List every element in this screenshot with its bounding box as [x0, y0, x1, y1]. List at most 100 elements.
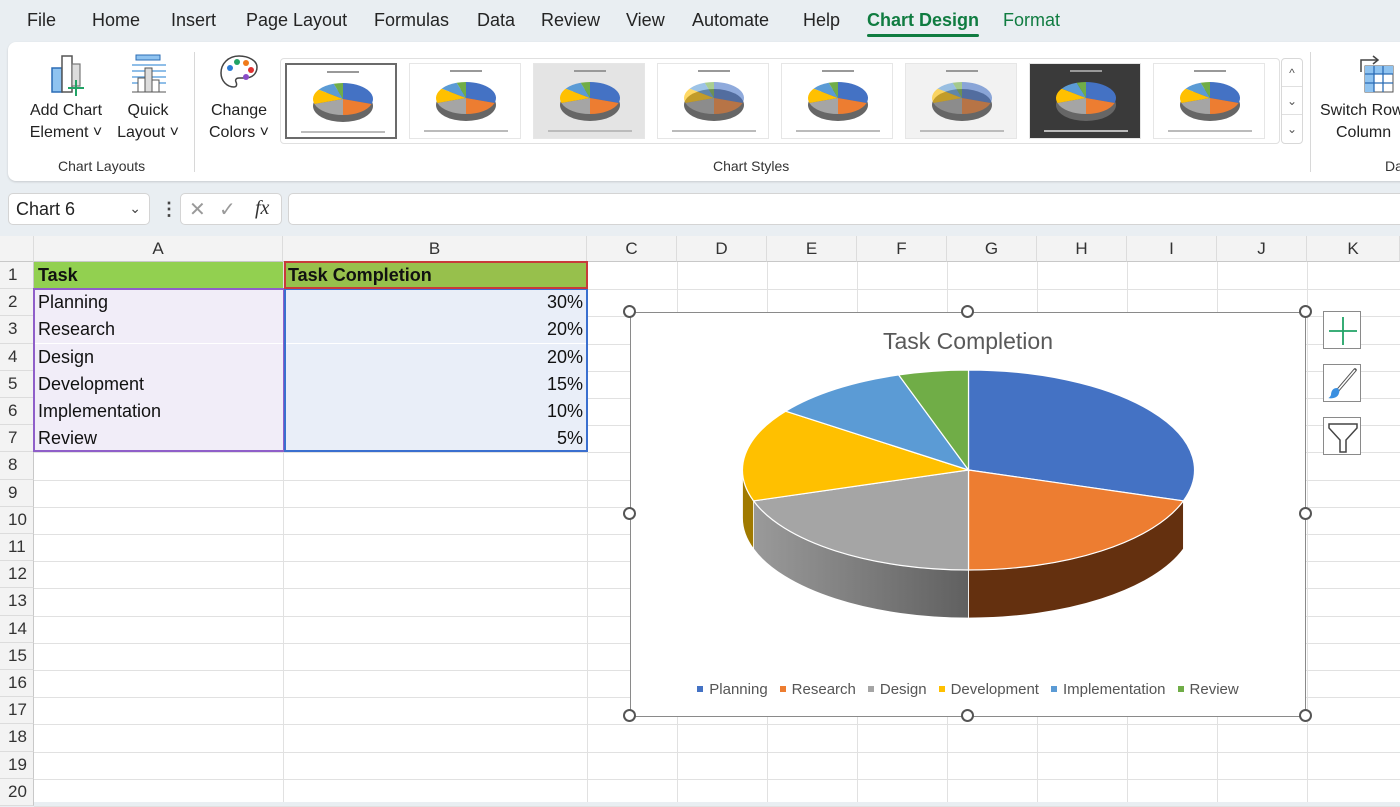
tab-formulas[interactable]: Formulas [374, 10, 449, 31]
tab-chart-design[interactable]: Chart Design [867, 10, 980, 37]
enter-check-icon[interactable]: ✓ [219, 197, 236, 222]
row-header[interactable]: 10 [0, 506, 34, 534]
quick-layout-button[interactable]: Quick Layout ˅ [112, 52, 184, 144]
palette-icon [220, 55, 258, 88]
row-header[interactable]: 14 [0, 615, 34, 643]
quick-layout-label: Quick [127, 102, 169, 119]
chart-style-preview [796, 70, 880, 132]
chart-style-thumb[interactable] [1029, 63, 1141, 139]
column-header[interactable]: B [283, 236, 587, 262]
tab-format[interactable]: Format [1003, 10, 1060, 31]
legend-item[interactable]: Implementation [1050, 681, 1166, 698]
chevron-down-icon[interactable]: ⌄ [129, 200, 141, 217]
paintbrush-icon [1328, 368, 1357, 399]
resize-handle[interactable] [961, 709, 974, 722]
resize-handle[interactable] [1299, 507, 1312, 520]
chart-style-thumb[interactable] [657, 63, 769, 139]
legend-swatch [867, 686, 874, 692]
chart-style-thumb[interactable] [905, 63, 1017, 139]
row-header[interactable]: 19 [0, 751, 34, 779]
change-colors-button[interactable]: Change Colors ˅ [204, 52, 274, 144]
chart-style-thumb[interactable] [409, 63, 521, 139]
column-header[interactable]: E [767, 236, 857, 262]
tab-home[interactable]: Home [92, 10, 140, 31]
row-header[interactable]: 15 [0, 642, 34, 670]
legend-item[interactable]: Planning [697, 681, 768, 698]
tab-data[interactable]: Data [477, 10, 515, 31]
tab-view[interactable]: View [626, 10, 665, 31]
tab-help[interactable]: Help [803, 10, 840, 31]
column-header[interactable]: F [857, 236, 947, 262]
column-header[interactable]: C [587, 236, 677, 262]
row-header[interactable]: 12 [0, 561, 34, 589]
column-header[interactable]: I [1127, 236, 1217, 262]
legend-item[interactable]: Design [867, 681, 927, 698]
column-header[interactable]: J [1217, 236, 1307, 262]
row-header[interactable]: 18 [0, 724, 34, 752]
column-header[interactable]: D [677, 236, 767, 262]
row-header[interactable]: 17 [0, 697, 34, 725]
chart-filters-button[interactable] [1323, 417, 1361, 455]
cancel-icon[interactable]: ✕ [189, 197, 206, 222]
gallery-more-button[interactable]: ⌄ [1282, 115, 1302, 143]
group-label-chart-layouts: Chart Layouts [58, 158, 146, 174]
row-header[interactable]: 1 [0, 262, 34, 290]
chart-style-thumb[interactable] [285, 63, 397, 139]
row-header[interactable]: 11 [0, 534, 34, 562]
tab-page-layout[interactable]: Page Layout [246, 10, 347, 31]
resize-handle[interactable] [1299, 305, 1312, 318]
row-header[interactable]: 3 [0, 316, 34, 344]
row-header[interactable]: 5 [0, 370, 34, 398]
insert-function-icon[interactable]: fx [255, 197, 269, 220]
quick-layout-icon [132, 54, 166, 93]
switch-row-column-label-2: Column [1336, 124, 1392, 141]
legend-item[interactable]: Development [938, 681, 1039, 698]
column-header[interactable]: A [34, 236, 283, 262]
tab-review[interactable]: Review [541, 10, 600, 31]
ribbon-panel: Add Chart Element ˅ Quick Layout ˅ Chart… [8, 42, 1400, 181]
chart-style-thumb[interactable] [781, 63, 893, 139]
chart-elements-button[interactable] [1323, 311, 1361, 349]
gallery-scroll-up-button[interactable]: ^ [1282, 59, 1302, 87]
group-label-chart-styles: Chart Styles [713, 158, 790, 174]
header-cell-task[interactable]: Task [34, 262, 283, 289]
add-chart-element-label: Add Chart [29, 102, 103, 119]
switch-row-column-button[interactable]: Switch Row/ Column [1320, 52, 1400, 144]
chart-styles-button[interactable] [1323, 364, 1361, 402]
chart-object[interactable]: Task Completion Planning Research Design De… [630, 312, 1306, 717]
row-header[interactable]: 9 [0, 479, 34, 507]
formula-input[interactable] [288, 193, 1400, 225]
gridline [34, 724, 1400, 726]
chart-style-preview [424, 70, 508, 132]
resize-handle[interactable] [623, 507, 636, 520]
legend-item[interactable]: Review [1177, 681, 1239, 698]
gridline [34, 751, 1400, 753]
row-header[interactable]: 13 [0, 588, 34, 616]
add-chart-element-button[interactable]: Add Chart Element ˅ [26, 52, 106, 144]
column-header[interactable]: K [1307, 236, 1400, 262]
row-header[interactable]: 16 [0, 670, 34, 698]
row-header[interactable]: 2 [0, 289, 34, 317]
tab-file[interactable]: File [27, 10, 56, 31]
row-header[interactable]: 6 [0, 398, 34, 426]
gallery-scroll-down-button[interactable]: ⌄ [1282, 87, 1302, 115]
chart-style-thumb[interactable] [1153, 63, 1265, 139]
resize-handle[interactable] [623, 305, 636, 318]
column-header[interactable]: H [1037, 236, 1127, 262]
chart-style-thumb[interactable] [533, 63, 645, 139]
resize-handle[interactable] [623, 709, 636, 722]
more-options-icon[interactable]: ⋮ [160, 199, 178, 220]
select-all-corner[interactable] [0, 236, 34, 262]
row-header[interactable]: 7 [0, 425, 34, 453]
tab-insert[interactable]: Insert [171, 10, 216, 31]
column-header[interactable]: G [947, 236, 1037, 262]
switch-row-column-label: Switch Row/ [1320, 102, 1400, 119]
legend-item[interactable]: Research [779, 681, 856, 698]
row-header[interactable]: 4 [0, 343, 34, 371]
chart-legend[interactable]: Planning Research Design Development Impleme… [631, 679, 1305, 698]
tab-automate[interactable]: Automate [692, 10, 769, 31]
resize-handle[interactable] [961, 305, 974, 318]
resize-handle[interactable] [1299, 709, 1312, 722]
row-header[interactable]: 8 [0, 452, 34, 480]
name-box[interactable]: Chart 6 ⌄ [8, 193, 150, 225]
